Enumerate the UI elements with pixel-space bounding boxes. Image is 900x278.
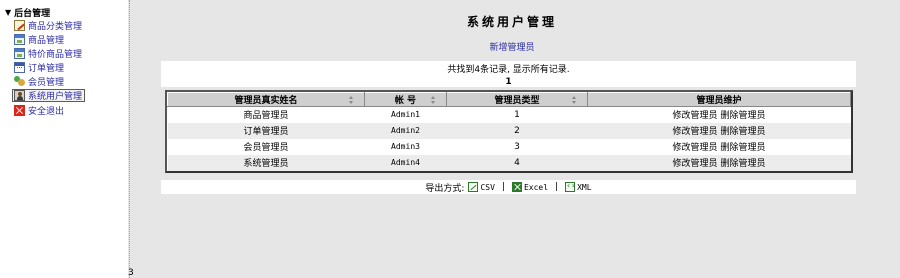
edit-admin-link[interactable]: 修改管理员: [673, 143, 718, 153]
export-excel-link[interactable]: Excel: [511, 182, 549, 192]
cell-actions: 修改管理员 删除管理员: [587, 138, 851, 155]
table-row: 会员管理员 Admin3 3 修改管理员 删除管理员: [167, 138, 851, 155]
cell-type: 2: [446, 122, 588, 139]
separator: |: [501, 182, 505, 192]
sort-icon: [431, 96, 436, 104]
table-row: 订单管理员 Admin2 2 修改管理员 删除管理员: [167, 122, 851, 139]
triangle-down-icon: ▼: [5, 8, 12, 17]
export-xml-link[interactable]: XML: [565, 181, 592, 192]
csv-icon: [468, 182, 479, 192]
sidebar-item-label: 商品管理: [28, 36, 65, 46]
export-bar: 导出方式: CSV | Excel | XML: [161, 180, 856, 194]
sidebar-item-members[interactable]: 会员管理: [14, 75, 64, 88]
column-header-type[interactable]: 管理员类型: [446, 92, 588, 107]
pencil-icon: [14, 20, 25, 31]
page-title: 系统用户管理: [466, 15, 557, 29]
result-banner: 共找到4条记录, 显示所有记录. 1: [161, 61, 856, 87]
sidebar-item-label: 会员管理: [28, 78, 65, 88]
admin-table: 管理员真实姓名 帐 号 管理员类型 管理员维护 商品管理员 Admin1 1 修…: [165, 90, 853, 173]
sort-icon: [572, 96, 577, 104]
sidebar-item-products[interactable]: 商品管理: [14, 33, 64, 46]
delete-admin-link[interactable]: 删除管理员: [720, 111, 765, 121]
edit-admin-link[interactable]: 修改管理员: [673, 127, 718, 137]
cell-account: Admin3: [364, 138, 447, 155]
sidebar-item-label: 系统用户管理: [28, 92, 83, 102]
cell-type: 1: [446, 106, 588, 123]
edit-admin-link[interactable]: 修改管理员: [673, 159, 718, 169]
xml-icon: [565, 181, 576, 192]
sidebar-item-label: 安全退出: [28, 107, 65, 117]
sidebar-item-label: 商品分类管理: [28, 22, 83, 32]
close-icon: [14, 105, 25, 116]
table-row: 系统管理员 Admin4 4 修改管理员 删除管理员: [167, 154, 851, 171]
result-summary: 共找到4条记录, 显示所有记录.: [447, 65, 570, 75]
cell-type: 4: [446, 154, 588, 171]
sidebar-item-orders[interactable]: 订单管理: [14, 61, 64, 74]
export-label: 导出方式:: [425, 183, 465, 194]
calendar-icon: [14, 62, 25, 73]
sidebar-item-label: 订单管理: [28, 64, 65, 74]
sidebar-item-system-users[interactable]: 系统用户管理: [12, 89, 86, 102]
sidebar-item-special-products[interactable]: 特价商品管理: [14, 47, 82, 60]
cell-name: 商品管理员: [167, 106, 365, 123]
people-icon: [14, 76, 25, 87]
separator: |: [555, 182, 559, 192]
export-csv-link[interactable]: CSV: [468, 182, 495, 192]
column-header-account[interactable]: 帐 号: [364, 92, 447, 107]
cell-actions: 修改管理员 删除管理员: [587, 106, 851, 123]
sidebar: ▼ 后台管理 商品分类管理 商品管理 特价商品管理 订单管理 会员管理 系统用户…: [0, 0, 128, 278]
main-content: 系统用户管理 新增管理员 共找到4条记录, 显示所有记录. 1 管理员真实姓名 …: [134, 0, 900, 278]
add-admin-link[interactable]: 新增管理员: [134, 40, 890, 53]
export-xml-label: XML: [577, 182, 592, 192]
column-header-name[interactable]: 管理员真实姓名: [167, 92, 365, 107]
delete-admin-link[interactable]: 删除管理员: [720, 143, 765, 153]
cell-account: Admin4: [364, 154, 447, 171]
export-excel-label: Excel: [523, 182, 549, 192]
export-csv-label: CSV: [480, 182, 495, 192]
page-number[interactable]: 1: [161, 77, 856, 87]
window-icon: [14, 34, 25, 45]
cell-type: 3: [446, 138, 588, 155]
sidebar-item-label: 特价商品管理: [28, 50, 83, 60]
splitter-label: 3: [128, 268, 134, 278]
frame-splitter[interactable]: [129, 0, 133, 278]
table-header-row: 管理员真实姓名 帐 号 管理员类型 管理员维护: [167, 92, 851, 107]
window-icon: [14, 48, 25, 59]
cell-name: 订单管理员: [167, 122, 365, 139]
sidebar-item-logout[interactable]: 安全退出: [14, 104, 64, 117]
sidebar-root[interactable]: ▼ 后台管理: [5, 6, 50, 19]
sidebar-root-label: 后台管理: [14, 9, 51, 19]
cell-account: Admin1: [364, 106, 447, 123]
sort-icon: [349, 96, 354, 104]
user-icon: [14, 90, 25, 101]
cell-name: 会员管理员: [167, 138, 365, 155]
excel-icon: [511, 182, 522, 192]
edit-admin-link[interactable]: 修改管理员: [673, 111, 718, 121]
delete-admin-link[interactable]: 删除管理员: [720, 159, 765, 169]
cell-actions: 修改管理员 删除管理员: [587, 154, 851, 171]
cell-actions: 修改管理员 删除管理员: [587, 122, 851, 139]
delete-admin-link[interactable]: 删除管理员: [720, 127, 765, 137]
cell-account: Admin2: [364, 122, 447, 139]
cell-name: 系统管理员: [167, 154, 365, 171]
column-header-actions: 管理员维护: [587, 92, 851, 107]
sidebar-item-category[interactable]: 商品分类管理: [14, 19, 82, 32]
table-row: 商品管理员 Admin1 1 修改管理员 删除管理员: [167, 106, 851, 123]
